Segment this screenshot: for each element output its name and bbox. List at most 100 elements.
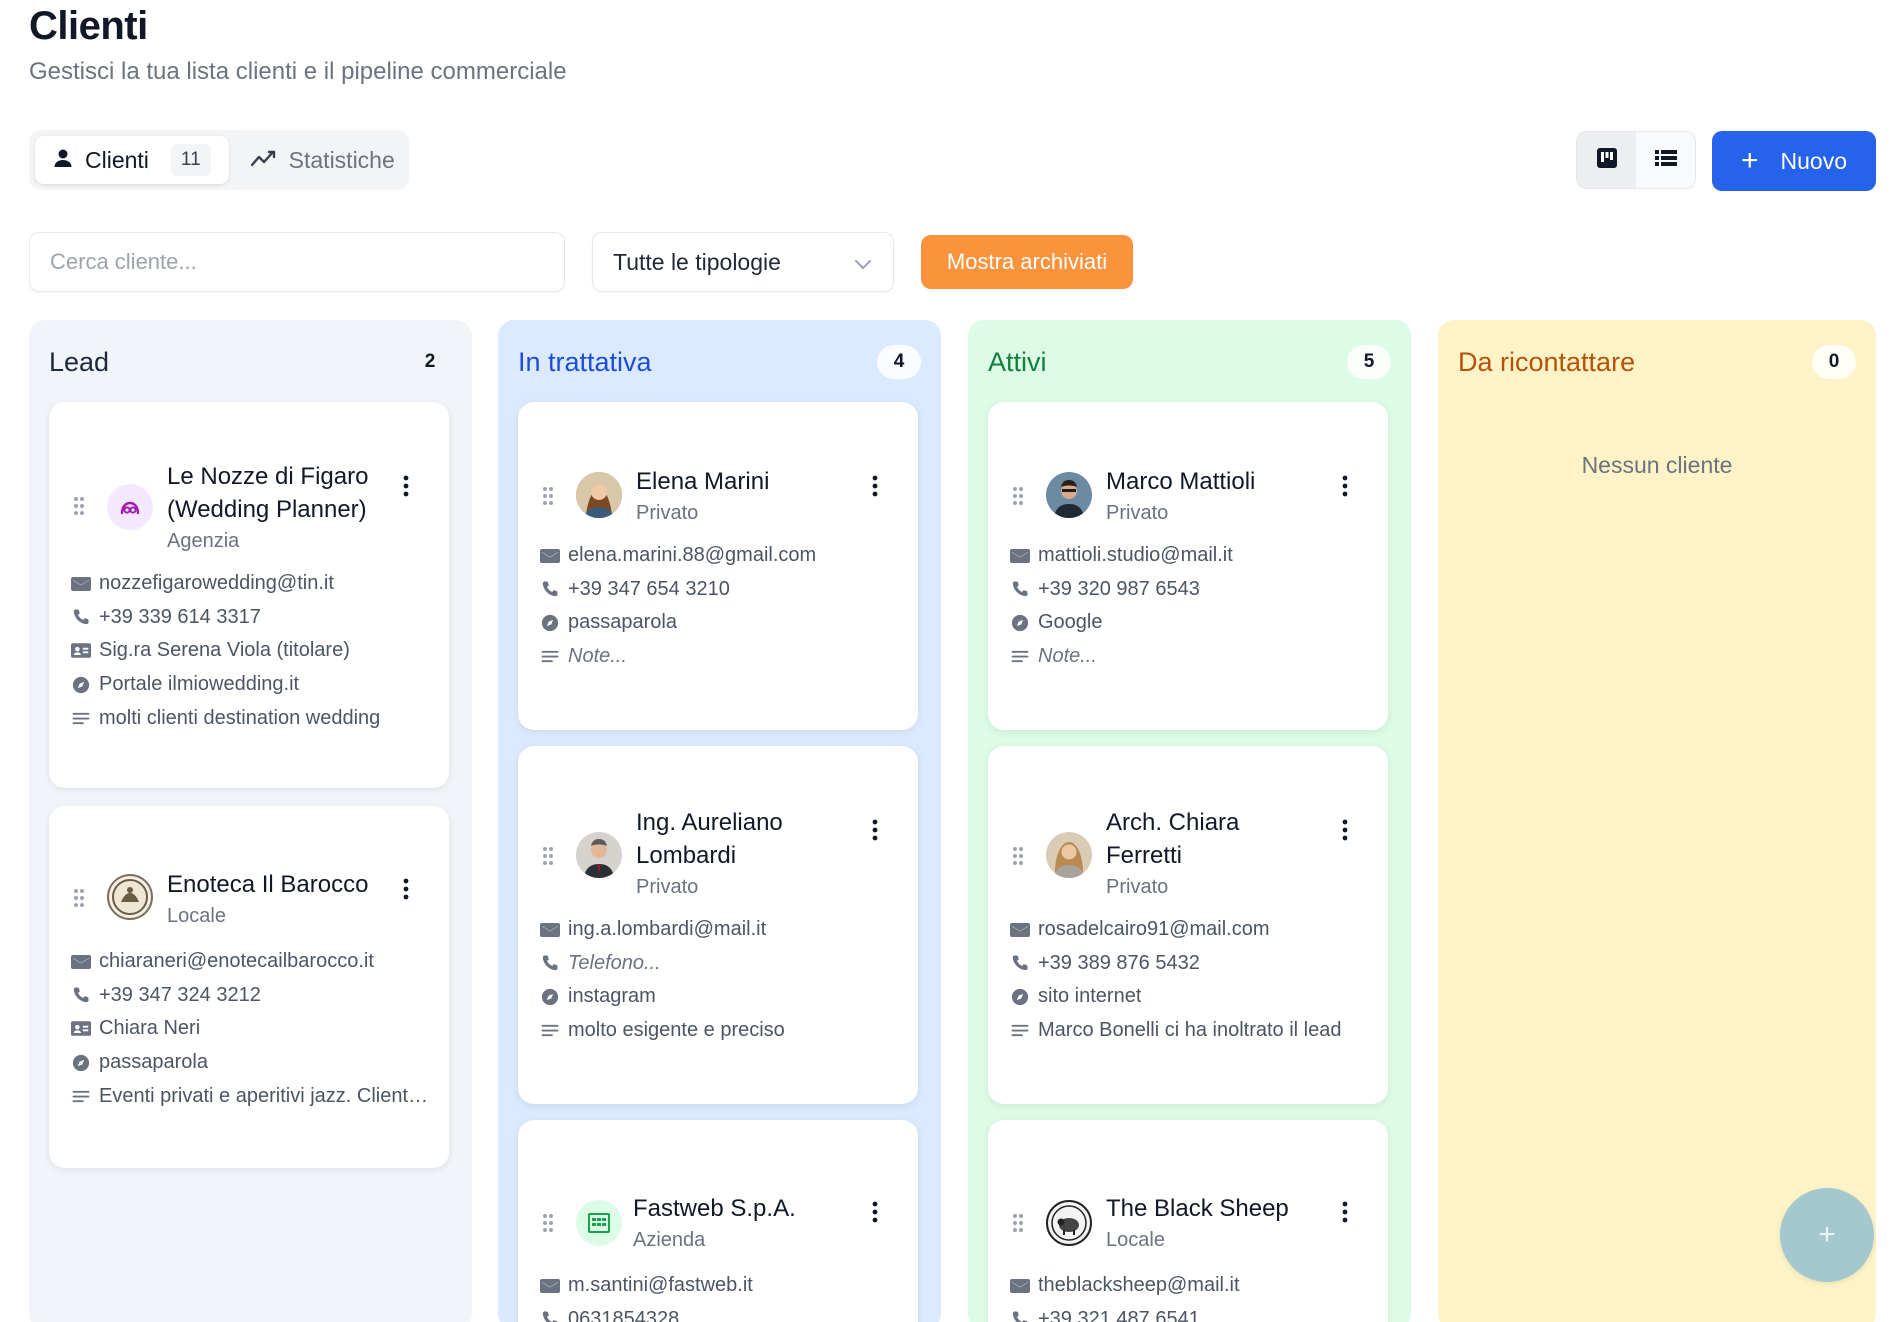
type-filter-select[interactable]: Tutte le tipologie xyxy=(592,232,894,292)
compass-icon xyxy=(1010,614,1030,632)
client-phone[interactable]: 0631854328 xyxy=(568,1308,679,1322)
drag-handle-icon[interactable] xyxy=(1010,1213,1026,1233)
drag-handle-icon[interactable] xyxy=(1010,846,1026,866)
phone-icon xyxy=(540,1310,560,1322)
client-notes: Marco Bonelli ci ha inoltrato il lead xyxy=(1038,1019,1342,1042)
email-row: chiaraneri@enotecailbarocco.it xyxy=(71,945,435,979)
client-name: Ferretti xyxy=(1106,842,1183,869)
floating-add-button[interactable]: + xyxy=(1780,1188,1874,1282)
kanban-view-button[interactable] xyxy=(1577,132,1636,188)
client-type: Privato xyxy=(636,876,699,898)
drag-handle-icon[interactable] xyxy=(71,496,87,516)
client-card[interactable]: Elena Marini Privato elena.marini.88@gma… xyxy=(518,402,918,730)
client-email[interactable]: rosadelcairo91@mail.com xyxy=(1038,918,1270,941)
avatar xyxy=(576,472,622,518)
avatar xyxy=(576,832,622,878)
phone-icon xyxy=(540,954,560,972)
notes-icon xyxy=(1010,649,1030,664)
user-icon xyxy=(53,147,73,174)
client-card[interactable]: Arch. Chiara Ferretti Privato rosadelcai… xyxy=(988,746,1388,1104)
client-type: Locale xyxy=(167,905,226,927)
client-source: instagram xyxy=(568,985,656,1008)
client-phone[interactable]: +39 320 987 6543 xyxy=(1038,578,1200,601)
client-email[interactable]: m.santini@fastweb.it xyxy=(568,1274,753,1297)
client-email[interactable]: mattioli.studio@mail.it xyxy=(1038,544,1233,567)
client-source: sito internet xyxy=(1038,985,1142,1008)
column-attivi: Attivi 5 Marco Mattioli Privato mattioli… xyxy=(968,320,1411,1322)
client-card[interactable]: Le Nozze di Figaro (Wedding Planner) Age… xyxy=(49,402,449,788)
more-menu-icon[interactable] xyxy=(1340,819,1350,841)
more-menu-icon[interactable] xyxy=(1340,475,1350,497)
more-menu-icon[interactable] xyxy=(1340,1201,1350,1223)
tab-statistiche[interactable]: Statistiche xyxy=(233,136,413,184)
drag-handle-icon[interactable] xyxy=(71,888,87,908)
more-menu-icon[interactable] xyxy=(401,878,411,900)
client-phone[interactable]: +39 389 876 5432 xyxy=(1038,952,1200,975)
more-menu-icon[interactable] xyxy=(870,819,880,841)
client-name: Lombardi xyxy=(636,842,737,869)
source-row: passaparola xyxy=(71,1046,435,1080)
client-email[interactable]: elena.marini.88@gmail.com xyxy=(568,544,816,567)
list-view-button[interactable] xyxy=(1636,132,1695,188)
view-tabs: Clienti 11 Statistiche xyxy=(29,130,409,190)
client-type: Locale xyxy=(1106,1229,1165,1251)
client-card[interactable]: Ing. Aureliano Lombardi Privato ing.a.lo… xyxy=(518,746,918,1104)
notes-row: molti clienti destination wedding xyxy=(71,701,435,735)
column-title: Lead xyxy=(49,346,110,377)
client-phone[interactable]: +39 347 324 3212 xyxy=(99,984,261,1007)
more-menu-icon[interactable] xyxy=(401,475,411,497)
email-row: ing.a.lombardi@mail.it xyxy=(540,913,904,947)
barocco-logo xyxy=(107,874,153,920)
phone-row: +39 339 614 3317 xyxy=(71,601,435,635)
client-notes[interactable]: Note... xyxy=(1038,645,1097,668)
client-source: Google xyxy=(1038,611,1103,634)
notes-icon xyxy=(540,649,560,664)
view-mode-toggle xyxy=(1576,131,1696,189)
notes-icon xyxy=(71,711,91,726)
client-phone[interactable]: Telefono... xyxy=(568,952,661,975)
drag-handle-icon[interactable] xyxy=(1010,486,1026,506)
compass-icon xyxy=(540,614,560,632)
more-menu-icon[interactable] xyxy=(870,475,880,497)
client-name: The Black Sheep xyxy=(1106,1195,1289,1222)
more-menu-icon[interactable] xyxy=(870,1201,880,1223)
phone-icon xyxy=(1010,954,1030,972)
client-contact: Chiara Neri xyxy=(99,1017,201,1040)
show-archived-button[interactable]: Mostra archiviati xyxy=(921,235,1133,289)
client-phone[interactable]: +39 339 614 3317 xyxy=(99,606,261,629)
client-email[interactable]: nozzefigarowedding@tin.it xyxy=(99,572,334,595)
tab-clienti-label: Clienti xyxy=(85,146,149,173)
search-input[interactable] xyxy=(29,232,565,292)
client-card[interactable]: Enoteca Il Barocco Locale chiaraneri@eno… xyxy=(49,806,449,1168)
contact-row: Chiara Neri xyxy=(71,1012,435,1046)
client-notes[interactable]: Note... xyxy=(568,645,627,668)
client-name: Enoteca Il Barocco xyxy=(167,871,369,898)
client-name: Le Nozze di Figaro xyxy=(167,463,369,490)
client-card[interactable]: The Black Sheep Locale theblacksheep@mai… xyxy=(988,1120,1388,1322)
client-email[interactable]: chiaraneri@enotecailbarocco.it xyxy=(99,950,374,973)
phone-row: 0631854328 xyxy=(540,1303,904,1322)
column-title: In trattativa xyxy=(518,346,652,377)
client-email[interactable]: ing.a.lombardi@mail.it xyxy=(568,918,766,941)
client-phone[interactable]: +39 321 487 6541 xyxy=(1038,1308,1200,1322)
client-card[interactable]: Marco Mattioli Privato mattioli.studio@m… xyxy=(988,402,1388,730)
drag-handle-icon[interactable] xyxy=(540,1213,556,1233)
phone-row: +39 389 876 5432 xyxy=(1010,947,1374,981)
compass-icon xyxy=(71,1054,91,1072)
new-client-button[interactable]: + Nuovo xyxy=(1712,131,1876,191)
drag-handle-icon[interactable] xyxy=(540,486,556,506)
mail-icon xyxy=(1010,1278,1030,1294)
tab-clienti[interactable]: Clienti 11 xyxy=(35,136,229,184)
client-phone[interactable]: +39 347 654 3210 xyxy=(568,578,730,601)
drag-handle-icon[interactable] xyxy=(540,846,556,866)
avatar xyxy=(1046,832,1092,878)
client-email[interactable]: theblacksheep@mail.it xyxy=(1038,1274,1240,1297)
notes-row: Note... xyxy=(1010,640,1374,674)
client-name: Elena Marini xyxy=(636,468,770,495)
column-da-ricontattare: Da ricontattare 0 Nessun cliente xyxy=(1438,320,1876,1322)
phone-row: +39 347 324 3212 xyxy=(71,979,435,1013)
plus-icon: + xyxy=(1740,144,1759,177)
client-card[interactable]: Fastweb S.p.A. Azienda m.santini@fastweb… xyxy=(518,1120,918,1322)
client-source: Portale ilmiowedding.it xyxy=(99,673,300,696)
type-select-value: Tutte le tipologie xyxy=(613,248,781,275)
